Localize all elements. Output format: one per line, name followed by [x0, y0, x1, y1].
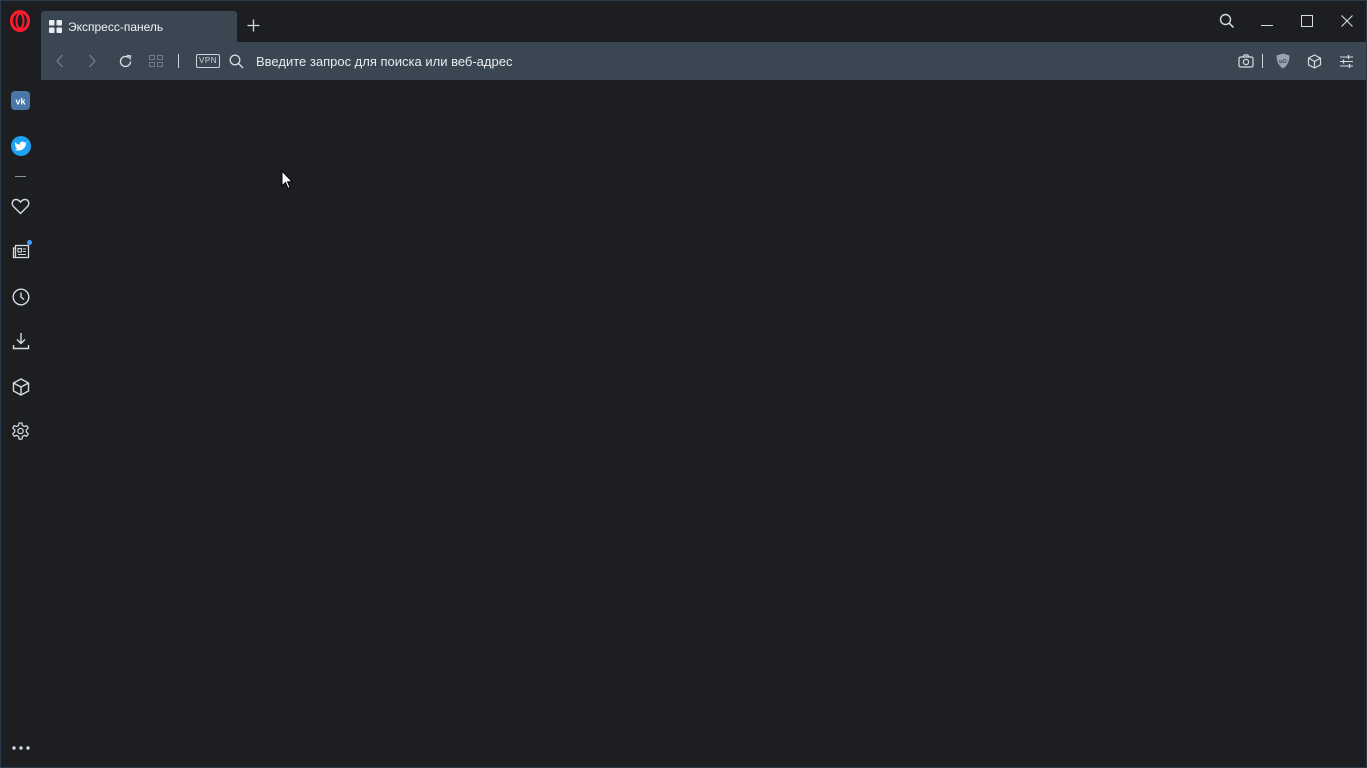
easy-setup-button[interactable]	[1337, 52, 1355, 70]
camera-icon	[1238, 54, 1254, 68]
news-icon	[12, 244, 29, 259]
forward-icon	[88, 54, 96, 68]
vpn-button[interactable]: VPN	[196, 54, 220, 68]
maximize-icon	[1301, 15, 1313, 27]
tab-grid-button[interactable]	[147, 52, 165, 70]
svg-text:vk: vk	[15, 97, 26, 107]
vk-icon: vk	[11, 91, 30, 110]
tab-grid-icon	[149, 55, 163, 67]
sidebar-item-extensions[interactable]	[10, 376, 31, 397]
sidebar-item-settings[interactable]	[10, 421, 31, 442]
svg-text:uO: uO	[1279, 59, 1287, 65]
address-toolbar: VPN uO	[41, 42, 1367, 80]
ublock-button[interactable]: uO	[1274, 52, 1292, 70]
close-button[interactable]	[1335, 10, 1359, 32]
minimize-icon	[1261, 25, 1273, 26]
speed-dial-page	[41, 80, 1367, 768]
address-input[interactable]	[256, 51, 1156, 71]
sidebar-more-button[interactable]	[10, 737, 31, 758]
toolbar-divider-right	[1262, 54, 1263, 68]
gear-icon	[12, 422, 29, 440]
sidebar-item-bookmarks[interactable]	[10, 196, 31, 217]
tab-speed-dial[interactable]: Экспресс-панель	[41, 11, 237, 42]
sidebar-item-news[interactable]	[10, 240, 32, 262]
tab-title: Экспресс-панель	[68, 19, 164, 34]
twitter-icon	[10, 135, 31, 156]
toolbar-divider	[178, 54, 179, 68]
ublock-icon: uO	[1276, 53, 1290, 69]
mouse-cursor-icon	[281, 169, 294, 190]
search-tabs-button[interactable]	[1215, 10, 1239, 32]
more-icon	[11, 745, 30, 750]
cube-icon	[12, 377, 29, 396]
forward-button[interactable]	[83, 52, 101, 70]
sidebar-item-history[interactable]	[10, 286, 31, 307]
news-notification-dot	[27, 240, 32, 245]
close-icon	[1341, 15, 1353, 27]
title-bar: Экспресс-панель	[0, 0, 1367, 42]
heart-icon	[11, 198, 30, 215]
sidebar-item-twitter[interactable]	[10, 135, 31, 156]
speed-dial-icon	[49, 19, 63, 34]
plus-icon	[247, 19, 259, 31]
cube-icon	[1307, 53, 1321, 69]
reload-icon	[119, 54, 131, 67]
sidebar-item-vk[interactable]: vk	[10, 90, 31, 111]
back-button[interactable]	[51, 52, 69, 70]
address-search-button[interactable]	[227, 52, 245, 70]
minimize-button[interactable]	[1255, 10, 1279, 32]
back-icon	[56, 54, 64, 68]
search-icon	[229, 54, 243, 68]
history-icon	[11, 287, 30, 306]
easy-setup-icon	[1339, 54, 1353, 68]
opera-logo-icon[interactable]	[10, 10, 30, 32]
maximize-button[interactable]	[1295, 10, 1319, 32]
download-icon	[12, 332, 29, 349]
reload-button[interactable]	[116, 52, 134, 70]
sidebar-item-downloads[interactable]	[10, 330, 31, 351]
snapshot-button[interactable]	[1237, 52, 1255, 70]
search-tabs-icon	[1219, 13, 1235, 29]
extensions-button[interactable]	[1305, 52, 1323, 70]
sidebar-divider	[15, 176, 26, 177]
new-tab-button[interactable]	[244, 16, 262, 34]
sidebar: vk	[0, 80, 41, 768]
